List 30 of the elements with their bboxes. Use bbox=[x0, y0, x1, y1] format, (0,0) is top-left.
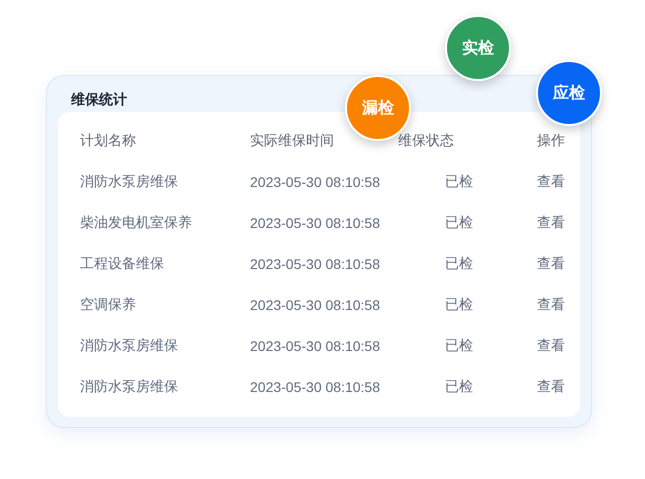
plan-name-cell: 消防水泵房维保 bbox=[80, 378, 178, 396]
status-cell: 已检 bbox=[445, 214, 473, 232]
plan-name-cell: 柴油发电机室保养 bbox=[80, 214, 192, 232]
time-cell: 2023-05-30 08:10:58 bbox=[250, 338, 380, 354]
plan-name-cell: 工程设备维保 bbox=[80, 254, 164, 272]
status-cell: 已检 bbox=[445, 296, 473, 314]
view-link[interactable]: 查看 bbox=[537, 172, 565, 190]
status-cell: 已检 bbox=[445, 378, 473, 396]
time-cell: 2023-05-30 08:10:58 bbox=[250, 296, 380, 312]
plan-name-cell: 消防水泵房维保 bbox=[80, 172, 178, 190]
plan-name-cell: 空调保养 bbox=[80, 296, 136, 314]
column-header: 实际维保时间 bbox=[250, 132, 334, 150]
stat-badge: 应检 bbox=[536, 60, 602, 126]
view-link[interactable]: 查看 bbox=[537, 336, 565, 354]
stat-badge: 实检 bbox=[445, 15, 511, 81]
view-link[interactable]: 查看 bbox=[537, 214, 565, 232]
column-header: 计划名称 bbox=[80, 132, 136, 150]
status-cell: 已检 bbox=[445, 172, 473, 190]
view-link[interactable]: 查看 bbox=[537, 296, 565, 314]
plan-name-cell: 消防水泵房维保 bbox=[80, 336, 178, 354]
time-cell: 2023-05-30 08:10:58 bbox=[250, 174, 380, 190]
status-cell: 已检 bbox=[445, 254, 473, 272]
card-title: 维保统计 bbox=[70, 90, 127, 109]
view-link[interactable]: 查看 bbox=[537, 254, 565, 272]
status-cell: 已检 bbox=[445, 336, 473, 354]
time-cell: 2023-05-30 08:10:58 bbox=[250, 214, 380, 230]
time-cell: 2023-05-30 08:10:58 bbox=[250, 378, 380, 394]
column-header: 操作 bbox=[537, 132, 565, 150]
time-cell: 2023-05-30 08:10:58 bbox=[250, 256, 380, 272]
view-link[interactable]: 查看 bbox=[537, 378, 565, 396]
